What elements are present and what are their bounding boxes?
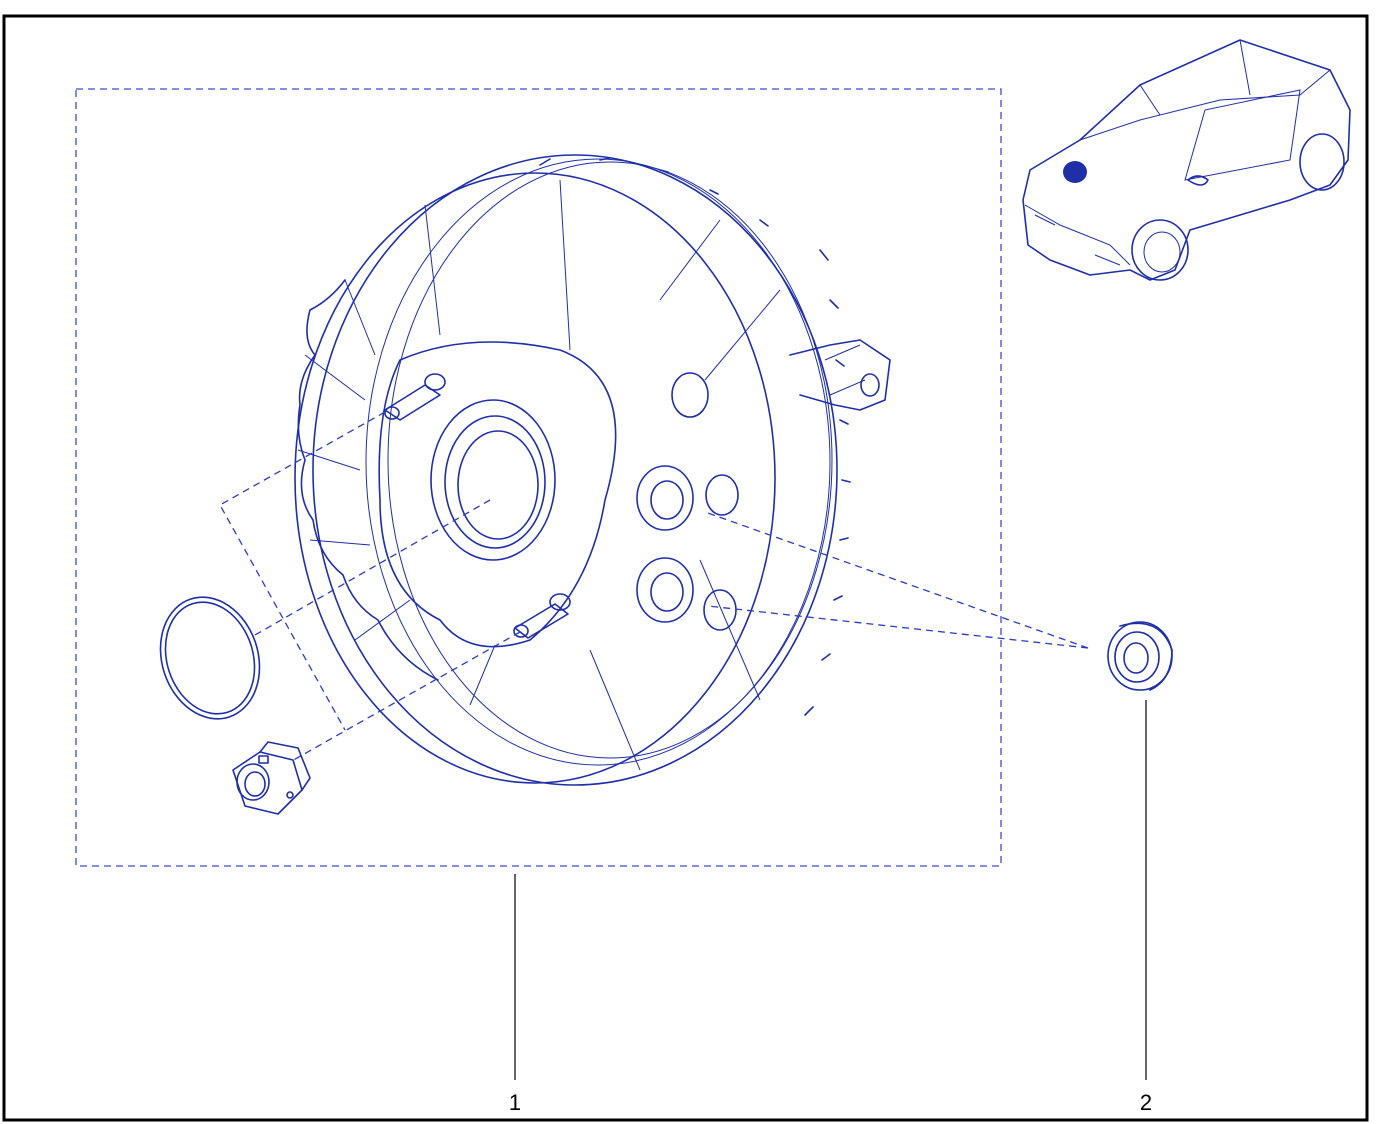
- booster-location-marker: [1063, 161, 1087, 183]
- o-ring-seal-illustration: [159, 596, 261, 720]
- hex-nut-illustration: [232, 741, 311, 815]
- exploded-parts-diagram: 1 2: [2, 14, 1369, 1122]
- assembly-lines: [219, 411, 1089, 763]
- brake-booster-illustration: [294, 154, 891, 786]
- diagram-frame: 1 2: [0, 0, 1392, 1124]
- callout-2-label: 2: [1140, 1090, 1152, 1115]
- callout-1-label: 1: [509, 1090, 521, 1115]
- car-location-icon: [1022, 39, 1351, 281]
- assembly-boundary-box: [75, 88, 1002, 867]
- grommet-illustration: [1107, 621, 1173, 691]
